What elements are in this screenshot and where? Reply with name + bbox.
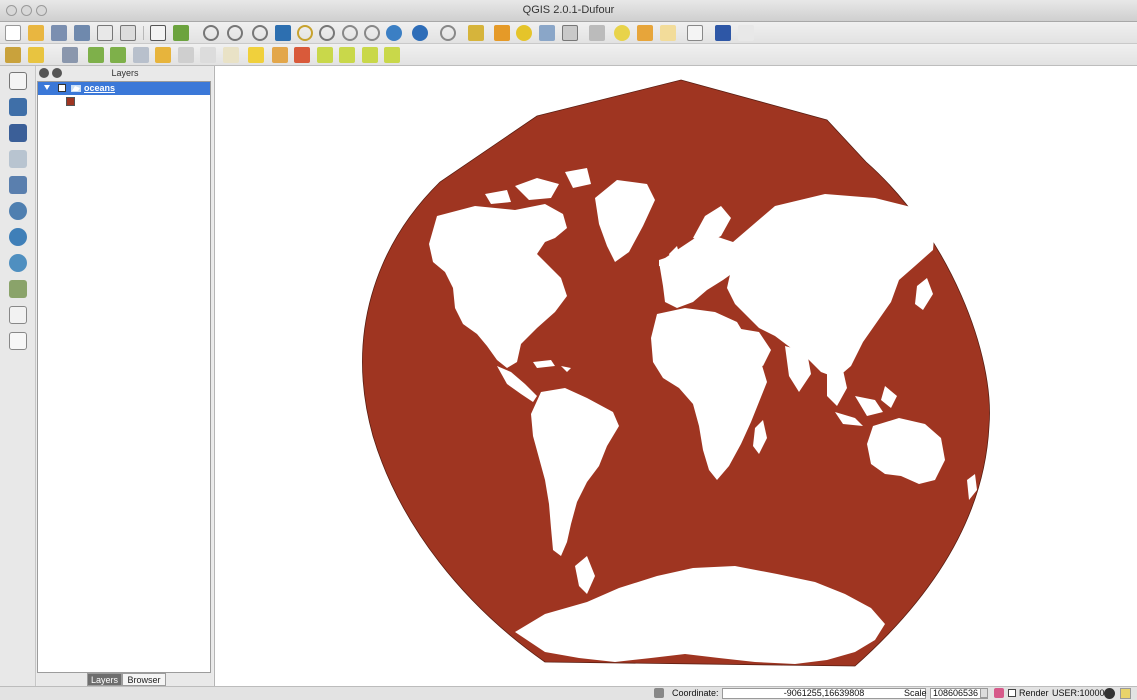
field-calculator-icon[interactable]	[516, 25, 532, 41]
label-pin-icon[interactable]	[272, 47, 288, 63]
add-wcs-layer-icon[interactable]	[9, 228, 27, 246]
identify-icon[interactable]	[412, 25, 428, 41]
zoom-in-icon[interactable]	[203, 25, 219, 41]
tab-layers[interactable]: Layers	[87, 673, 122, 686]
open-project-icon[interactable]	[28, 25, 44, 41]
add-vector-layer-icon[interactable]	[9, 72, 27, 90]
zoom-to-selection-icon[interactable]	[297, 25, 313, 41]
zoom-out-icon[interactable]	[227, 25, 243, 41]
measure-area-icon[interactable]	[589, 25, 605, 41]
scale-label: Scale	[904, 688, 927, 698]
attribute-table-icon[interactable]	[539, 25, 555, 41]
show-bookmarks-icon[interactable]	[660, 25, 676, 41]
new-shapefile-icon[interactable]	[9, 306, 27, 324]
save-as-icon[interactable]	[74, 25, 90, 41]
node-tool-icon[interactable]	[133, 47, 149, 63]
copy-features-icon[interactable]	[200, 47, 216, 63]
crs-label[interactable]: USER:100000	[1052, 688, 1110, 699]
paste-features-icon[interactable]	[223, 47, 239, 63]
layer-row-oceans[interactable]: oceans	[38, 82, 210, 95]
render-checkbox[interactable]	[1008, 689, 1016, 697]
layer-name: oceans	[84, 83, 116, 93]
add-delimited-text-icon[interactable]	[9, 280, 27, 298]
tab-browser[interactable]: Browser	[122, 673, 166, 686]
pan-to-selection-icon[interactable]	[173, 25, 189, 41]
layers-panel-title: Layers	[111, 68, 139, 78]
current-edits-icon[interactable]	[5, 47, 21, 63]
map-tips-icon[interactable]	[614, 25, 630, 41]
deselect-icon[interactable]	[494, 25, 510, 41]
label-change-icon[interactable]	[362, 47, 378, 63]
scale-dropdown-icon[interactable]	[980, 688, 988, 698]
expand-arrow-icon[interactable]	[44, 85, 50, 90]
zoom-next-icon[interactable]	[364, 25, 380, 41]
zoom-full-icon[interactable]	[275, 25, 291, 41]
composer-manager-icon[interactable]	[120, 25, 136, 41]
zoom-actual-size-icon[interactable]	[252, 25, 268, 41]
label-toggle-icon[interactable]	[384, 47, 400, 63]
add-raster-layer-icon[interactable]	[9, 98, 27, 116]
toggle-editing-icon[interactable]	[28, 47, 44, 63]
coordinate-label: Coordinate:	[672, 688, 719, 698]
map-render[interactable]	[215, 66, 1137, 686]
remove-layer-icon[interactable]	[9, 332, 27, 350]
new-project-icon[interactable]	[5, 25, 21, 41]
zoom-last-icon[interactable]	[342, 25, 358, 41]
main-toolbar	[0, 22, 1137, 44]
render-label: Render	[1019, 688, 1049, 698]
layers-panel: Layers oceans Layers Browser	[37, 66, 213, 686]
projection-icon[interactable]	[1104, 688, 1115, 699]
label-move-icon[interactable]	[317, 47, 333, 63]
add-wms-layer-icon[interactable]	[9, 202, 27, 220]
layer-symbol-swatch	[66, 97, 75, 106]
layers-panel-header: Layers	[37, 66, 213, 81]
add-feature-icon[interactable]	[88, 47, 104, 63]
label-show-hide-icon[interactable]	[294, 47, 310, 63]
messages-icon[interactable]	[1120, 688, 1131, 699]
select-icon[interactable]	[468, 25, 484, 41]
text-annotation-icon[interactable]	[687, 25, 703, 41]
map-canvas[interactable]	[214, 66, 1137, 686]
add-spatialite-layer-icon[interactable]	[9, 150, 27, 168]
new-print-composer-icon[interactable]	[97, 25, 113, 41]
stop-render-icon[interactable]	[994, 688, 1004, 698]
zoom-to-layer-icon[interactable]	[319, 25, 335, 41]
python-console-icon[interactable]	[715, 25, 731, 41]
move-feature-icon[interactable]	[110, 47, 126, 63]
status-bar: Coordinate: -9061255,16639808 Scale 1086…	[0, 686, 1137, 700]
title-bar: QGIS 2.0.1-Dufour	[0, 0, 1137, 22]
add-wfs-layer-icon[interactable]	[9, 254, 27, 272]
label-rotate-icon[interactable]	[339, 47, 355, 63]
coordinate-toggle-icon[interactable]	[654, 688, 664, 698]
panel-float-icon[interactable]	[52, 68, 62, 78]
window-title: QGIS 2.0.1-Dufour	[522, 4, 615, 16]
layers-tree[interactable]: oceans	[37, 81, 211, 673]
coordinate-field[interactable]: -9061255,16639808	[722, 688, 926, 699]
editing-toolbar	[0, 44, 1137, 66]
add-mssql-layer-icon[interactable]	[9, 176, 27, 194]
measure-icon[interactable]	[440, 25, 456, 41]
refresh-icon[interactable]	[386, 25, 402, 41]
statistics-icon[interactable]	[562, 25, 578, 41]
manage-layers-toolbar	[0, 66, 36, 686]
layer-labeling-icon[interactable]	[248, 47, 264, 63]
whats-this-icon[interactable]	[738, 25, 754, 41]
add-postgis-layer-icon[interactable]	[9, 124, 27, 142]
panel-close-icon[interactable]	[39, 68, 49, 78]
save-edits-icon[interactable]	[62, 47, 78, 63]
pan-icon[interactable]	[150, 25, 166, 41]
delete-selected-icon[interactable]	[155, 47, 171, 63]
layer-visibility-checkbox[interactable]	[58, 84, 66, 92]
save-project-icon[interactable]	[51, 25, 67, 41]
polygon-layer-icon	[71, 85, 81, 92]
cut-features-icon[interactable]	[178, 47, 194, 63]
new-bookmark-icon[interactable]	[637, 25, 653, 41]
